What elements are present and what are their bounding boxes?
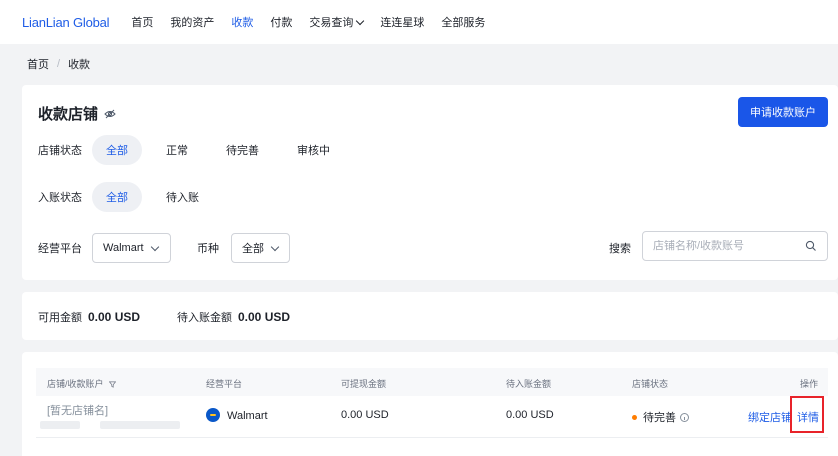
masked-account-part (100, 421, 180, 429)
platform-select[interactable]: Walmart (92, 233, 171, 263)
breadcrumb-separator: / (57, 58, 61, 70)
search-box[interactable] (642, 231, 828, 261)
posting-status-label: 入账状态 (38, 192, 82, 204)
nav-pay[interactable]: 付款 (270, 14, 292, 30)
shops-title: 收款店铺 (38, 103, 116, 124)
breadcrumb: 首页 / 收款 (27, 56, 90, 72)
nav-all-services[interactable]: 全部服务 (441, 14, 485, 30)
pending-balance-value: 0.00 USD (238, 310, 291, 324)
nav-lianlian-planet[interactable]: 连连星球 (380, 14, 424, 30)
shop-status-label: 店铺状态 (38, 145, 82, 157)
breadcrumb-home[interactable]: 首页 (27, 56, 49, 72)
col-withdrawable: 可提现金额 (341, 379, 387, 389)
withdrawable-cell: 0.00 USD (341, 409, 389, 421)
status-option-all[interactable]: 全部 (92, 135, 142, 165)
table-row: [暂无店铺名] Walmart 0.00 USD 0.00 USD 待完善 绑定… (36, 396, 828, 438)
main-nav: 首页 我的资产 收款 付款 交易查询 连连星球 全部服务 (131, 14, 502, 30)
balance-card: 可用金额 0.00 USD 待入账金额 0.00 USD (22, 292, 838, 340)
highlight-box (790, 396, 824, 433)
nav-home[interactable]: 首页 (131, 14, 153, 30)
nav-receive[interactable]: 收款 (231, 14, 253, 30)
posting-option-all[interactable]: 全部 (92, 182, 142, 212)
shop-status-filter: 店铺状态 全部 正常 待完善 审核中 (38, 135, 354, 165)
platform-label: 经营平台 (38, 243, 82, 255)
col-shop-account-label: 店铺/收款账户 (47, 379, 104, 389)
currency-label: 币种 (197, 243, 219, 255)
currency-select[interactable]: 全部 (231, 233, 290, 263)
status-text: 待完善 (643, 412, 676, 424)
col-platform: 经营平台 (206, 379, 243, 389)
masked-account-part (40, 421, 80, 429)
eye-off-icon[interactable] (104, 108, 116, 120)
nav-transaction-query[interactable]: 交易查询 (309, 14, 365, 30)
platform-select-value: Walmart (103, 242, 144, 254)
shops-filter-card: 收款店铺 申请收款账户 店铺状态 全部 正常 待完善 审核中 入账状态 全部 待… (22, 85, 838, 280)
shops-title-text: 收款店铺 (38, 106, 99, 123)
status-option-to-complete[interactable]: 待完善 (212, 135, 273, 165)
col-actions: 操作 (800, 379, 819, 389)
available-balance-label: 可用金额 (38, 312, 82, 324)
filter-icon[interactable] (109, 381, 117, 388)
platform-cell: Walmart (206, 408, 268, 422)
posting-option-pending[interactable]: 待入账 (152, 182, 213, 212)
search-icon[interactable] (805, 240, 817, 252)
platform-currency-filters: 经营平台 Walmart 币种 全部 (38, 233, 290, 263)
status-dot-icon (632, 415, 637, 420)
available-balance: 可用金额 0.00 USD (38, 309, 140, 325)
shop-name: [暂无店铺名] (47, 405, 109, 417)
breadcrumb-current: 收款 (68, 59, 91, 71)
col-shop-account[interactable]: 店铺/收款账户 (47, 377, 117, 390)
nav-my-assets[interactable]: 我的资产 (170, 14, 214, 30)
nav-transaction-query-label: 交易查询 (309, 17, 354, 29)
top-navigation-bar: LianLian Global 首页 我的资产 收款 付款 交易查询 连连星球 … (0, 0, 838, 44)
posting-status-filter: 入账状态 全部 待入账 (38, 182, 223, 212)
lianlian-logo[interactable]: LianLian Global (22, 15, 110, 30)
chevron-down-icon (150, 242, 159, 251)
bind-shop-link[interactable]: 绑定店铺 (748, 409, 792, 425)
col-pending: 待入账金额 (506, 379, 552, 389)
status-cell: 待完善 (632, 409, 689, 425)
col-shop-status: 店铺状态 (632, 379, 669, 389)
pending-balance: 待入账金额 0.00 USD (177, 309, 290, 325)
table-header: 店铺/收款账户 经营平台 可提现金额 待入账金额 店铺状态 操作 (36, 368, 828, 396)
shops-table-card: 店铺/收款账户 经营平台 可提现金额 待入账金额 店铺状态 操作 [暂无店铺名]… (22, 352, 838, 456)
search-input[interactable] (653, 240, 805, 252)
pending-balance-label: 待入账金额 (177, 312, 232, 324)
apply-account-button[interactable]: 申请收款账户 (738, 97, 828, 127)
status-option-reviewing[interactable]: 审核中 (283, 135, 344, 165)
walmart-logo-icon (206, 408, 220, 422)
platform-cell-value: Walmart (227, 410, 268, 422)
pending-cell: 0.00 USD (506, 409, 554, 421)
info-icon[interactable] (680, 413, 689, 422)
search-label: 搜索 (609, 243, 631, 255)
chevron-down-icon (356, 16, 365, 25)
status-option-normal[interactable]: 正常 (152, 135, 202, 165)
available-balance-value: 0.00 USD (88, 310, 141, 324)
currency-select-value: 全部 (242, 243, 264, 255)
chevron-down-icon (270, 242, 280, 251)
